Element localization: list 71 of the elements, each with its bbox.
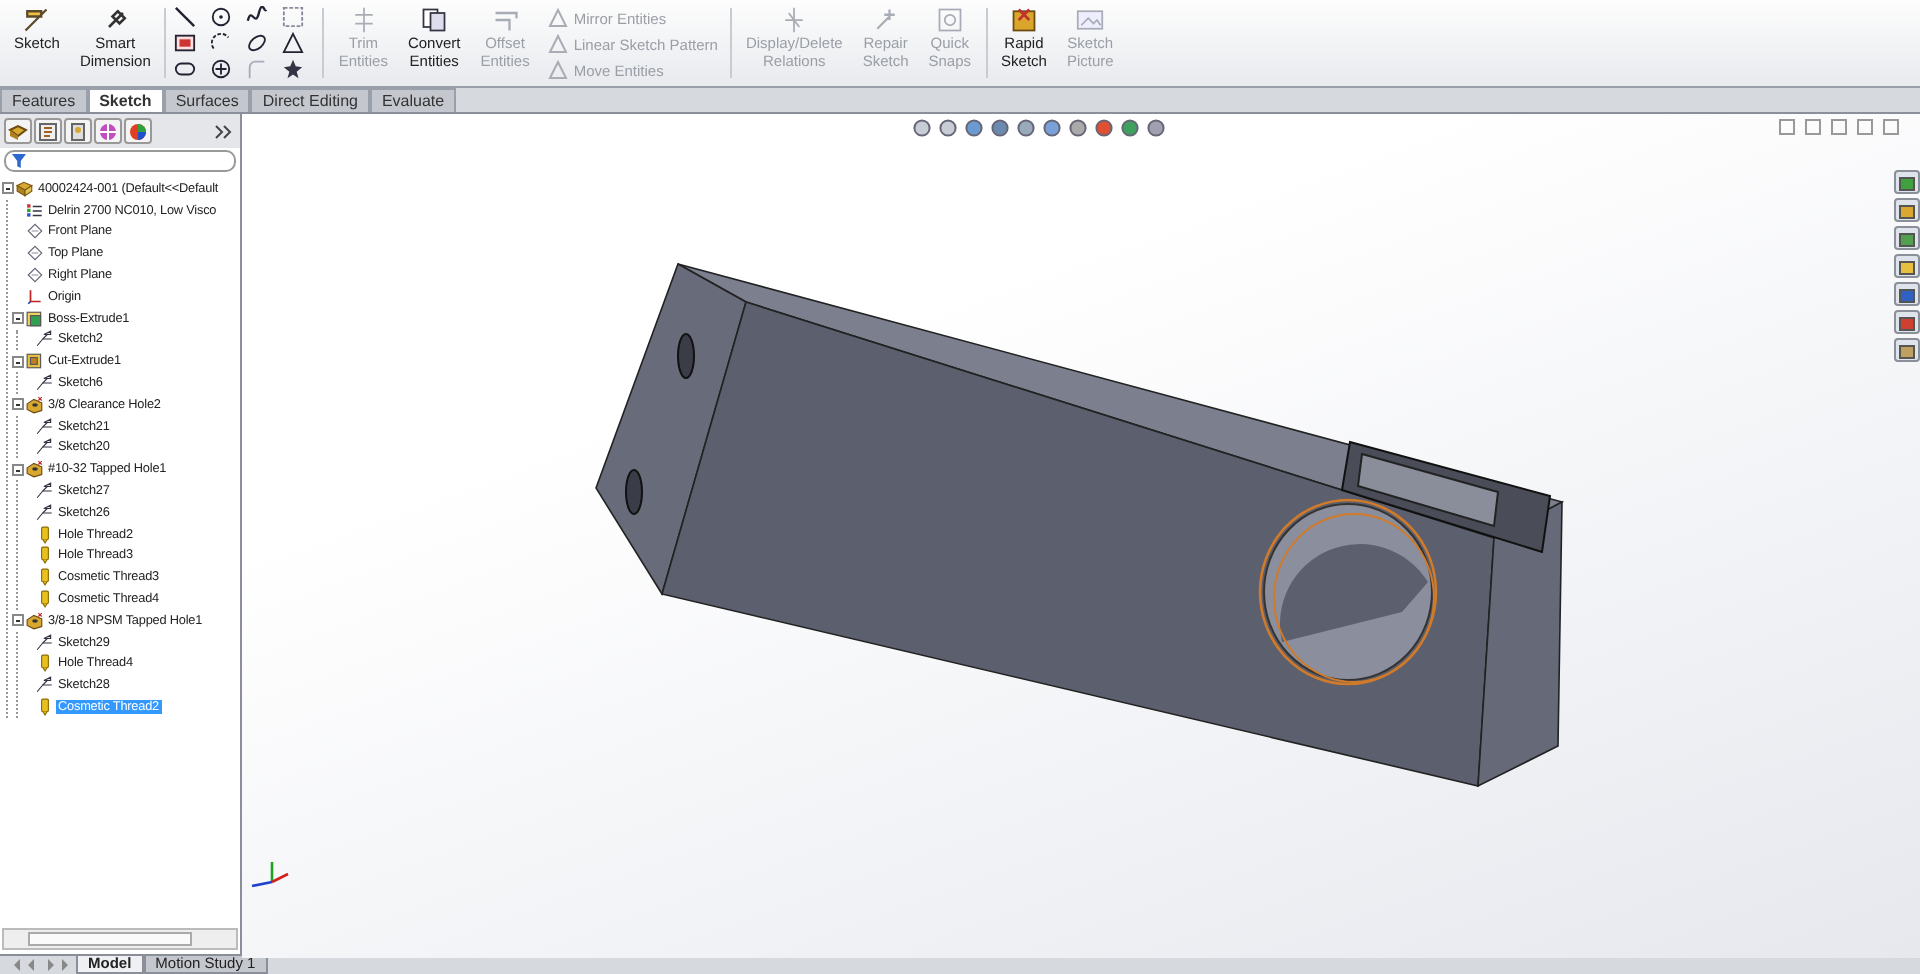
hole-icon	[26, 611, 44, 630]
sketch-icon	[36, 676, 54, 695]
expand-toggle[interactable]	[12, 355, 24, 368]
thread-icon	[36, 698, 54, 717]
tool-icon	[22, 6, 51, 34]
panel-tab-icon[interactable]	[94, 118, 122, 144]
panel-tab-icon[interactable]	[124, 118, 152, 144]
part-icon	[16, 179, 34, 198]
task-pane-icon[interactable]	[1894, 170, 1920, 194]
sketch-icon	[36, 374, 54, 393]
ribbon-tab[interactable]: Direct Editing	[250, 88, 370, 112]
thread-icon	[36, 590, 54, 609]
expand-toggle[interactable]	[12, 463, 24, 476]
tool-icon	[780, 6, 809, 34]
sketch-icon	[36, 633, 54, 652]
thread-icon	[36, 525, 54, 544]
sketch-icon	[36, 417, 54, 436]
hole-icon	[26, 395, 44, 414]
ribbon-tab[interactable]: Surfaces	[163, 88, 251, 112]
panel-tab-icon[interactable]	[64, 118, 92, 144]
sketch-tool-icon[interactable]	[210, 58, 233, 80]
plane-icon	[26, 266, 44, 285]
chevron-icon[interactable]	[209, 123, 236, 139]
tool-icon	[1076, 6, 1105, 34]
tool-icon	[349, 6, 378, 34]
sketch-tool-icon[interactable]	[174, 32, 197, 54]
sketch-tool-icon[interactable]	[210, 32, 233, 54]
expand-toggle[interactable]	[12, 614, 24, 627]
sketch-tool-icon[interactable]	[282, 58, 305, 80]
plane-icon	[26, 244, 44, 263]
tool-icon	[547, 8, 568, 28]
task-pane-icon[interactable]	[1894, 198, 1920, 222]
ribbon-tab[interactable]: Sketch	[87, 88, 164, 112]
filter-field[interactable]	[4, 150, 236, 172]
panel-tab-icon[interactable]	[4, 118, 32, 144]
tool-icon	[547, 34, 568, 54]
hole-icon	[26, 460, 44, 479]
sketch-tool-icon[interactable]	[246, 32, 269, 54]
expand-toggle[interactable]	[12, 312, 24, 325]
sketch-tool-icon[interactable]	[174, 6, 197, 28]
tool-icon	[491, 6, 520, 34]
material-icon	[26, 201, 44, 220]
task-pane-icon[interactable]	[1894, 338, 1920, 362]
sketch-icon	[36, 482, 54, 501]
horizontal-scrollbar[interactable]	[2, 928, 238, 950]
expand-toggle[interactable]	[12, 398, 24, 411]
sketch-icon	[36, 330, 54, 349]
plane-icon	[26, 222, 44, 241]
ribbon-tab[interactable]: Features	[0, 88, 88, 112]
ribbon-tab[interactable]: Evaluate	[369, 88, 457, 112]
task-pane-icon[interactable]	[1894, 226, 1920, 250]
filter-icon	[12, 154, 26, 168]
task-pane-icon[interactable]	[1894, 254, 1920, 278]
thread-icon	[36, 654, 54, 673]
task-pane-icon[interactable]	[1894, 310, 1920, 334]
task-pane-icon[interactable]	[1894, 282, 1920, 306]
tool-icon	[420, 6, 449, 34]
origin-icon	[26, 287, 44, 306]
tool-icon	[935, 6, 964, 34]
tool-icon	[871, 6, 900, 34]
tool-icon	[547, 60, 568, 80]
sketch-icon	[36, 438, 54, 457]
cut-icon	[26, 352, 44, 371]
boss-icon	[26, 309, 44, 328]
sketch-tool-icon[interactable]	[210, 6, 233, 28]
sketch-tool-icon[interactable]	[282, 32, 305, 54]
expand-toggle[interactable]	[2, 182, 14, 195]
tool-icon	[1009, 6, 1038, 34]
sketch-icon	[36, 503, 54, 522]
sketch-tool-icon[interactable]	[174, 58, 197, 80]
panel-tab-icon[interactable]	[34, 118, 62, 144]
